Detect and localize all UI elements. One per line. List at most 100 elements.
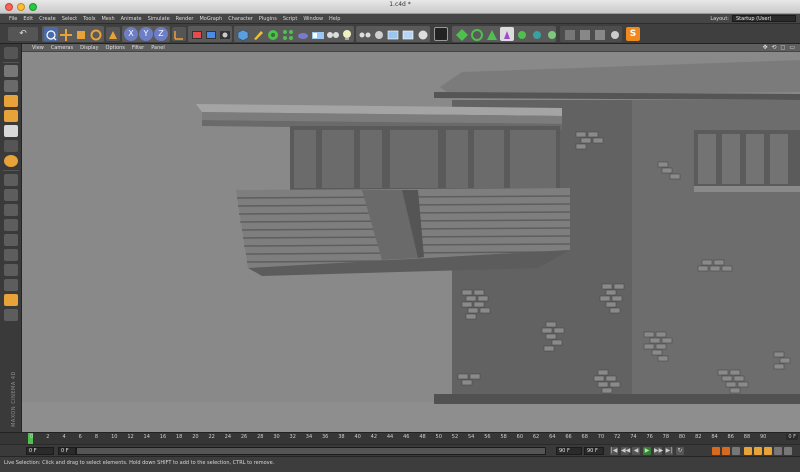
move-icon[interactable] [59,27,73,41]
polygons-mode-icon[interactable] [4,140,18,152]
point-level-icon[interactable] [784,447,792,455]
array-icon[interactable] [530,27,544,41]
menu-select[interactable]: Select [62,16,77,22]
array-icon[interactable] [281,27,295,41]
tool-slot-icon[interactable] [4,309,18,321]
render-settings-icon[interactable] [218,27,232,41]
texture-mode-icon[interactable] [4,80,18,92]
next-frame-icon[interactable]: ▶▶ [654,447,663,455]
undo-button[interactable]: ↶ [8,27,38,41]
play-icon[interactable]: ▶ [643,447,651,455]
enable-axis-icon[interactable] [416,27,430,41]
go-to-end-icon[interactable]: ▶| [665,447,673,455]
model-mode-icon[interactable] [4,65,18,77]
tool-slot-icon[interactable] [4,219,18,231]
recent-tools-icon[interactable] [106,27,120,41]
perspective-viewport[interactable]: View Cameras Display Options Filter Panel ✥ ⟲… [22,44,800,432]
subdivision-icon[interactable] [266,27,280,41]
menu-animate[interactable]: Animate [121,16,142,22]
environment-icon[interactable] [296,27,310,41]
polygons-mode-icon[interactable] [386,27,400,41]
tool-slot-icon[interactable] [4,264,18,276]
keyframe-selection-icon[interactable] [732,447,740,455]
menu-tools[interactable]: Tools [83,16,95,22]
tool-slot-icon[interactable] [4,294,18,306]
z-axis-icon[interactable]: Z [154,27,168,41]
scale-icon[interactable] [74,27,88,41]
scale-key-icon[interactable] [764,447,772,455]
live-selection-icon[interactable] [44,27,58,41]
edges-mode-icon[interactable] [4,125,18,137]
coordinate-system-icon[interactable] [172,27,186,41]
viewport-menu-cameras[interactable]: Cameras [51,45,73,51]
viewport-navigation-controls[interactable]: ✥ ⟲ ◻ ▭ [763,44,796,52]
menu-mograph[interactable]: MoGraph [199,16,222,22]
viewport-menu-options[interactable]: Options [106,45,125,51]
rotation-key-icon[interactable] [754,447,762,455]
menu-render[interactable]: Render [176,16,194,22]
array-icon[interactable] [515,27,529,41]
position-key-icon[interactable] [744,447,752,455]
array-icon[interactable] [500,27,514,41]
rotate-icon[interactable] [89,27,103,41]
preview-range-slider[interactable] [76,447,546,455]
previous-frame-icon[interactable]: ◀ [632,447,640,455]
points-mode-icon[interactable] [358,27,372,41]
viewport-menu-panel[interactable]: Panel [151,45,165,51]
array-icon[interactable] [470,27,484,41]
camera-icon[interactable] [326,27,340,41]
end-frame-field[interactable]: 90 F [584,447,604,455]
python-icon[interactable]: S [626,27,640,41]
workplane-icon[interactable] [608,27,622,41]
record-keyframe-icon[interactable] [712,447,720,455]
menu-file[interactable]: File [9,16,17,22]
tool-slot-icon[interactable] [4,174,18,186]
menu-window[interactable]: Window [303,16,323,22]
min-frame-field[interactable]: 0 F [58,447,76,455]
x-axis-icon[interactable]: X [124,27,138,41]
y-axis-icon[interactable]: Y [139,27,153,41]
menu-character[interactable]: Character [228,16,253,22]
start-frame-field[interactable]: 0 F [26,447,54,455]
menu-simulate[interactable]: Simulate [148,16,170,22]
viewport-menu-display[interactable]: Display [80,45,98,51]
max-frame-field[interactable]: 90 F [556,447,582,455]
viewport-menu-view[interactable]: View [32,45,44,51]
polygons-mode-icon[interactable] [401,27,415,41]
edges-mode-icon[interactable] [372,27,386,41]
menu-create[interactable]: Create [39,16,56,22]
tool-slot-icon[interactable] [4,234,18,246]
timeline-ruler[interactable]: 0 2 4 6 8 10 12 14 16 18 20 22 24 26 28 30 32 34 36 38 40 42 4… [0,432,800,444]
menu-script[interactable]: Script [283,16,298,22]
pen-icon[interactable] [251,27,265,41]
points-mode-icon[interactable] [4,110,18,122]
tool-slot-icon[interactable] [4,279,18,291]
previous-key-icon[interactable]: ◀◀ [621,447,630,455]
go-to-start-icon[interactable]: |◀ [610,447,618,455]
menu-mesh[interactable]: Mesh [101,16,114,22]
workplane-icon[interactable] [593,27,607,41]
tool-slot-icon[interactable] [4,189,18,201]
tool-slot-icon[interactable] [4,204,18,216]
camera-icon[interactable] [311,27,325,41]
snap-icon[interactable] [563,27,577,41]
layout-dropdown[interactable]: Startup (User) [732,15,796,22]
array-icon[interactable] [455,27,469,41]
render-view-icon[interactable] [190,27,204,41]
make-editable-icon[interactable] [4,47,18,59]
snap-icon[interactable] [578,27,592,41]
magnet-icon[interactable] [4,155,18,167]
light-icon[interactable] [340,27,354,41]
menu-edit[interactable]: Edit [23,16,33,22]
array-icon[interactable] [485,27,499,41]
loop-icon[interactable]: ↻ [676,447,684,455]
autokey-icon[interactable] [722,447,730,455]
tweak-icon[interactable] [434,27,448,41]
workplane-mode-icon[interactable] [4,95,18,107]
param-key-icon[interactable] [774,447,782,455]
render-picture-viewer-icon[interactable] [204,27,218,41]
menu-help[interactable]: Help [329,16,340,22]
tool-slot-icon[interactable] [4,249,18,261]
viewport-menu-filter[interactable]: Filter [132,45,144,51]
menu-plugins[interactable]: Plugins [259,16,277,22]
